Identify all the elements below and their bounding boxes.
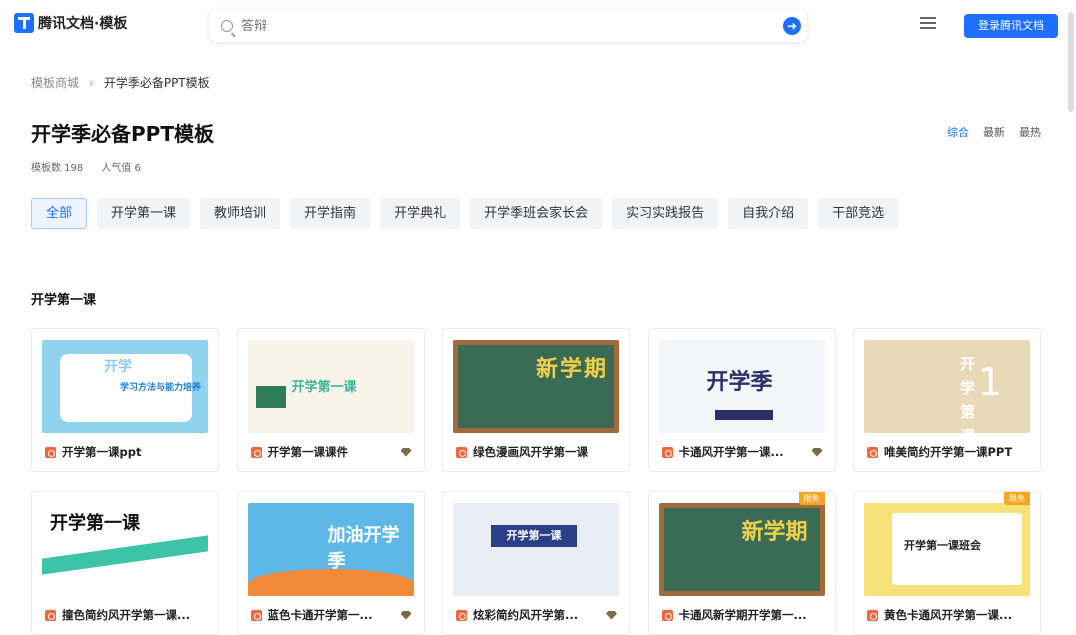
template-card[interactable]: 新学期 绿色漫画风开学第一课 <box>442 328 630 472</box>
card-title: 开学第一课课件 <box>267 445 349 459</box>
chevron-right-icon: › <box>89 75 94 90</box>
ppt-icon <box>661 446 673 458</box>
template-card[interactable]: 开学第一课 撞色简约风开学第一课... <box>31 491 219 635</box>
ppt-icon <box>250 446 262 458</box>
template-thumbnail: 开学 学习方法与能力培养 <box>42 340 208 433</box>
login-button[interactable]: 登录腾讯文档 <box>964 14 1058 38</box>
tab-class-meeting[interactable]: 开学季班会家长会 <box>470 198 603 229</box>
template-card[interactable]: 加油开学季 蓝色卡通开学第一... <box>236 491 425 635</box>
template-card[interactable]: 开学第课1 唯美简约开学第一课PPT <box>853 328 1041 472</box>
sort-hottest[interactable]: 最热 <box>1019 124 1041 140</box>
tab-practice-report[interactable]: 实习实践报告 <box>612 198 719 229</box>
page-title: 开学季必备PPT模板 <box>31 122 214 146</box>
logo[interactable]: 腾讯文档·模板 <box>14 13 127 33</box>
free-badge: 限免 <box>798 492 825 505</box>
tab-guide[interactable]: 开学指南 <box>290 198 371 229</box>
card-title: 黄色卡通风开学第一课... <box>884 608 1013 622</box>
template-card[interactable]: 开学第一课班会 限免 黄色卡通风开学第一课... <box>853 491 1041 635</box>
page-stats: 模板数 198 人气值 6 <box>31 159 141 174</box>
breadcrumb: 模板商城 › 开学季必备PPT模板 <box>31 74 210 91</box>
vip-diamond-icon <box>400 610 412 620</box>
template-thumbnail: 开学第一课班会 <box>864 503 1030 596</box>
thumbnail-text: 开学第一课 <box>491 525 577 547</box>
free-badge: 限免 <box>1004 492 1030 505</box>
sort-newest[interactable]: 最新 <box>983 124 1005 140</box>
tencent-docs-logo-icon <box>14 13 34 33</box>
thumbnail-text: 学习方法与能力培养 <box>120 383 202 393</box>
template-thumbnail: 开学第一课 <box>453 503 619 596</box>
card-title: 炫彩简约风开学第... <box>473 608 579 622</box>
template-thumbnail: 开学季 <box>658 340 825 433</box>
template-card[interactable]: 开学 学习方法与能力培养 开学第一课ppt <box>31 328 219 472</box>
card-title: 唯美简约开学第一课PPT <box>884 445 1013 459</box>
tab-all[interactable]: 全部 <box>31 198 88 229</box>
template-thumbnail: 新学期 <box>658 503 825 596</box>
thumbnail-text: 加油开学季 <box>327 525 400 572</box>
template-card[interactable]: 开学第一课 开学第一课课件 <box>236 328 425 472</box>
thumbnail-text: 新学期 <box>536 357 609 382</box>
scrollbar[interactable] <box>1068 12 1074 112</box>
ppt-icon <box>867 446 878 458</box>
top-bar: 腾讯文档·模板 ➜ 登录腾讯文档 <box>0 0 1076 50</box>
search-icon <box>221 20 233 32</box>
sort-comprehensive[interactable]: 综合 <box>947 124 969 140</box>
ppt-icon <box>45 609 56 621</box>
ppt-icon <box>250 609 262 621</box>
thumbnail-number: 1 <box>978 360 1003 404</box>
thumbnail-text: 开学第一课 <box>291 380 357 395</box>
vip-diamond-icon <box>811 447 823 457</box>
breadcrumb-root-link[interactable]: 模板商城 <box>31 74 79 91</box>
template-thumbnail: 开学第课1 <box>864 340 1030 433</box>
ppt-icon <box>45 446 56 458</box>
thumbnail-text: 开学第一课 <box>50 513 140 534</box>
card-title: 卡通风新学期开学第一... <box>678 608 807 622</box>
template-count: 模板数 198 <box>31 163 84 174</box>
card-title: 绿色漫画风开学第一课 <box>473 445 588 459</box>
category-tabs: 全部 开学第一课 教师培训 开学指南 开学典礼 开学季班会家长会 实习实践报告 … <box>31 198 899 229</box>
card-title: 蓝色卡通开学第一... <box>267 608 373 622</box>
ppt-icon <box>456 609 467 621</box>
tab-self-intro[interactable]: 自我介绍 <box>728 198 809 229</box>
template-card[interactable]: 新学期 限免 卡通风新学期开学第一... <box>647 491 836 635</box>
search-box: ➜ <box>209 10 807 42</box>
section-title: 开学第一课 <box>31 293 97 308</box>
thumbnail-text: 新学期 <box>741 520 808 545</box>
template-grid: 开学 学习方法与能力培养 开学第一课ppt 开学第一课 开学第一课课件 新学期 … <box>31 328 1041 635</box>
tab-ceremony[interactable]: 开学典礼 <box>380 198 461 229</box>
template-thumbnail: 加油开学季 <box>247 503 414 596</box>
search-submit-arrow-icon[interactable]: ➜ <box>783 17 801 35</box>
tab-first-class[interactable]: 开学第一课 <box>97 198 191 229</box>
vip-diamond-icon <box>400 447 412 457</box>
thumbnail-text: 开学第一课班会 <box>904 539 981 552</box>
thumbnail-text: 开学 <box>104 359 132 375</box>
card-title: 撞色简约风开学第一课... <box>62 608 191 622</box>
search-input[interactable] <box>241 18 783 34</box>
popularity: 人气值 6 <box>101 163 141 174</box>
ppt-icon <box>661 609 673 621</box>
thumbnail-text: 开学季 <box>706 370 773 395</box>
template-card[interactable]: 开学季 卡通风开学第一课... <box>647 328 836 472</box>
sort-options: 综合 最新 最热 <box>947 124 1041 140</box>
menu-icon[interactable] <box>920 17 936 29</box>
breadcrumb-current: 开学季必备PPT模板 <box>103 76 210 90</box>
template-thumbnail: 开学第一课 <box>247 340 414 433</box>
template-card[interactable]: 开学第一课 炫彩简约风开学第... <box>442 491 630 635</box>
ppt-icon <box>867 609 878 621</box>
tab-teacher-training[interactable]: 教师培训 <box>200 198 281 229</box>
tab-cadre-election[interactable]: 干部竞选 <box>818 198 899 229</box>
card-title: 卡通风开学第一课... <box>678 445 784 459</box>
ppt-icon <box>456 446 467 458</box>
card-title: 开学第一课ppt <box>62 445 142 459</box>
template-thumbnail: 新学期 <box>453 340 619 433</box>
template-thumbnail: 开学第一课 <box>42 503 208 596</box>
logo-text: 腾讯文档·模板 <box>38 16 128 32</box>
vip-diamond-icon <box>606 610 617 620</box>
